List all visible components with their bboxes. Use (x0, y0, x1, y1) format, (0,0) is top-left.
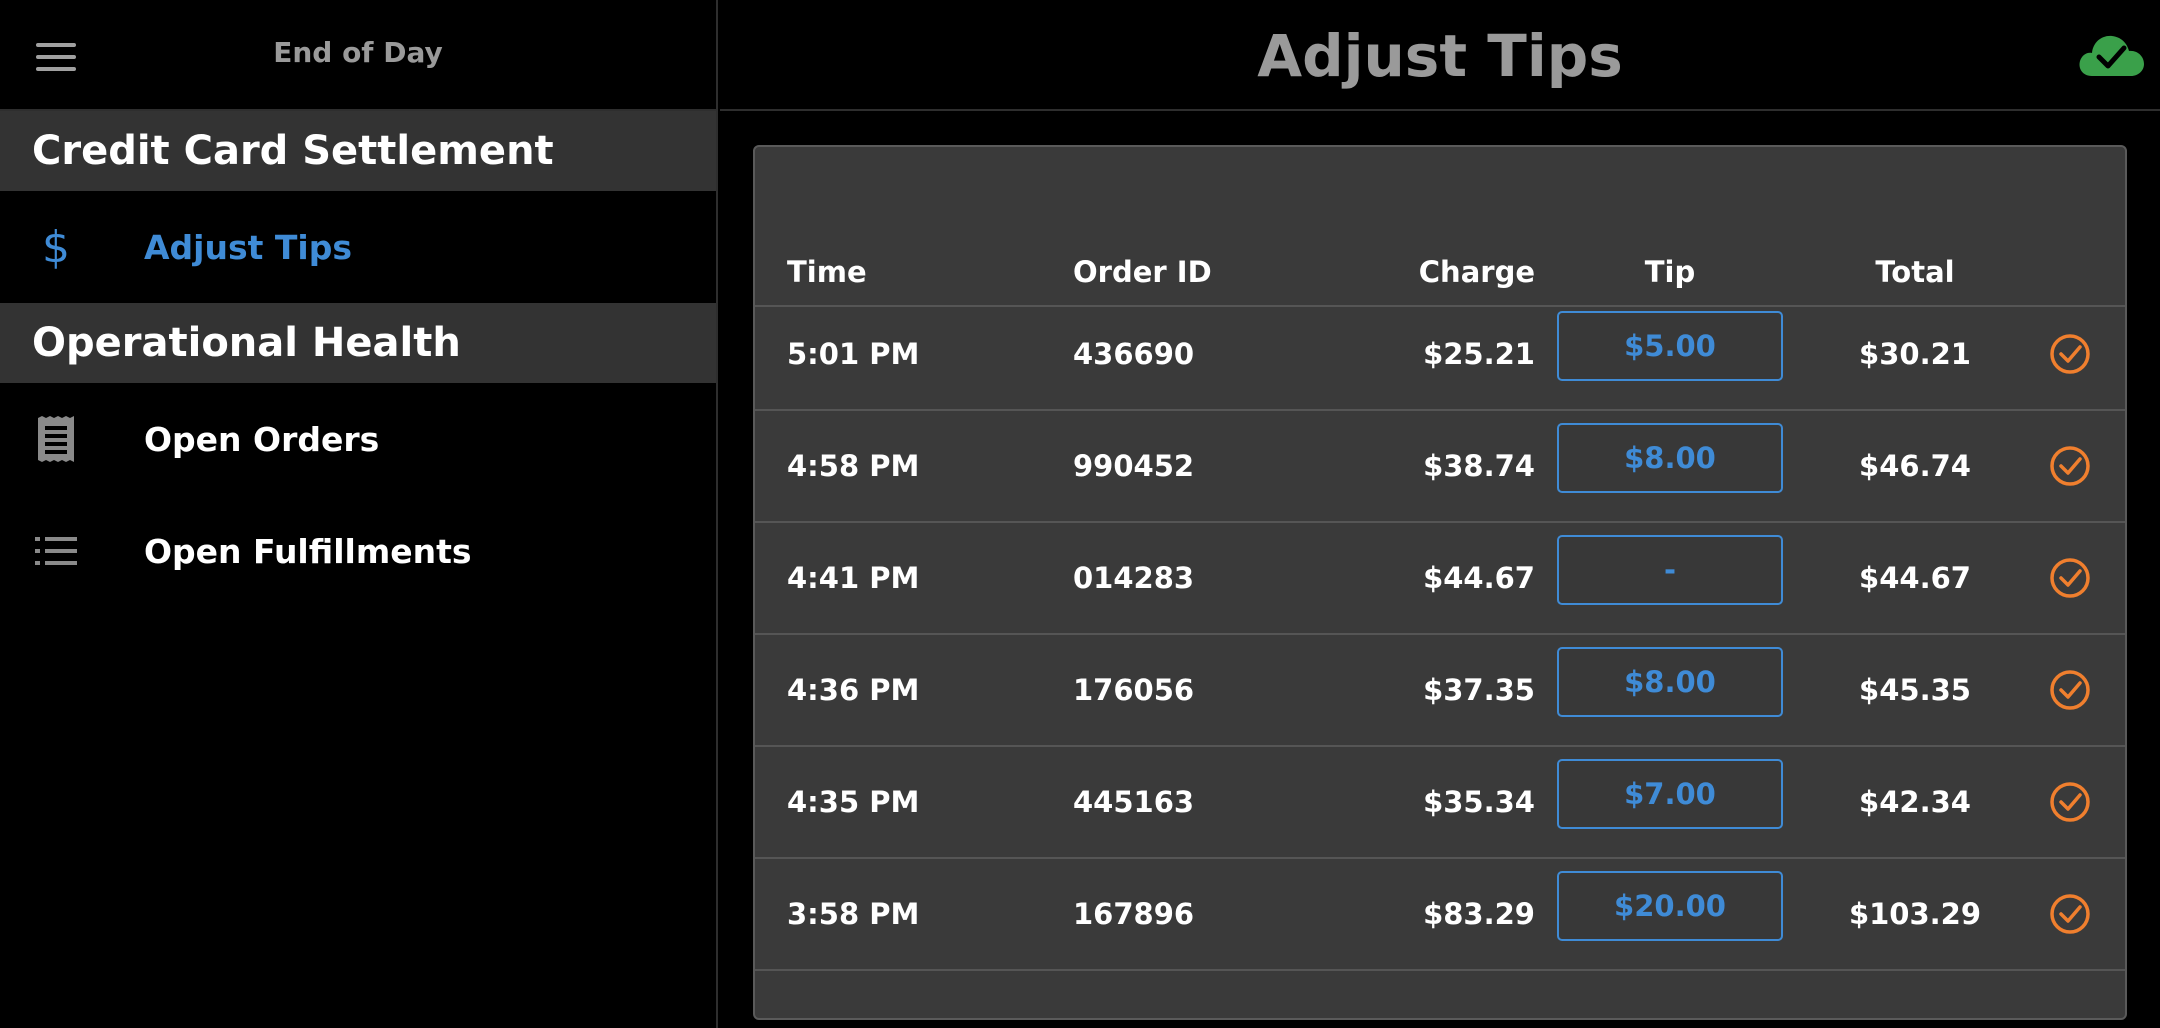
sidebar-item-open-fulfillments[interactable]: Open Fulfillments (0, 495, 716, 607)
time-cell: 4:58 PM (787, 449, 920, 483)
total-cell: $42.34 (1859, 785, 1971, 819)
time-cell: 4:35 PM (787, 785, 920, 819)
order-id-cell: 436690 (1073, 337, 1195, 371)
charge-cell: $25.21 (1423, 337, 1535, 371)
sidebar-item-adjust-tips[interactable]: $ Adjust Tips (0, 191, 716, 303)
cloud-check-icon[interactable] (2076, 30, 2146, 80)
column-header-charge: Charge (1418, 255, 1535, 289)
receipt-icon (32, 415, 80, 463)
charge-cell: $44.67 (1423, 561, 1535, 595)
order-id-cell: 445163 (1073, 785, 1195, 819)
sidebar-header: End of Day (0, 0, 716, 111)
total-cell: $30.21 (1859, 337, 1971, 371)
dollar-glyph: $ (42, 221, 70, 273)
tip-input[interactable]: $5.00 (1557, 311, 1783, 381)
check-circle-icon[interactable] (2049, 893, 2091, 935)
total-cell: $103.29 (1848, 897, 1982, 931)
table-row: 5:01 PM 436690 $25.21 $5.00 $30.21 (755, 299, 2125, 411)
total-cell: $44.67 (1859, 561, 1971, 595)
check-circle-icon[interactable] (2049, 333, 2091, 375)
charge-cell: $83.29 (1423, 897, 1535, 931)
sidebar-item-label: Open Fulfillments (144, 531, 472, 571)
tip-input[interactable]: - (1557, 535, 1783, 605)
table-row: 4:58 PM 990452 $38.74 $8.00 $46.74 (755, 411, 2125, 523)
charge-cell: $35.34 (1423, 785, 1535, 819)
time-cell: 4:41 PM (787, 561, 920, 595)
main-header: Adjust Tips (720, 0, 2160, 111)
sidebar-title: End of Day (273, 36, 443, 69)
page-title: Adjust Tips (1257, 22, 1623, 90)
sidebar: End of Day Credit Card Settlement $ Adju… (0, 0, 718, 1028)
column-header-order-id: Order ID (1073, 255, 1212, 289)
time-cell: 3:58 PM (787, 897, 920, 931)
order-id-cell: 167896 (1073, 897, 1195, 931)
check-circle-icon[interactable] (2049, 669, 2091, 711)
check-circle-icon[interactable] (2049, 445, 2091, 487)
sidebar-item-open-orders[interactable]: Open Orders (0, 383, 716, 495)
order-id-cell: 176056 (1073, 673, 1195, 707)
table-row: 3:58 PM 167896 $83.29 $20.00 $103.29 (755, 859, 2125, 971)
check-circle-icon[interactable] (2049, 781, 2091, 823)
table-row: 4:41 PM 014283 $44.67 - $44.67 (755, 523, 2125, 635)
charge-cell: $38.74 (1423, 449, 1535, 483)
total-cell: $45.35 (1859, 673, 1971, 707)
section-header-operational-health: Operational Health (0, 303, 716, 383)
time-cell: 4:36 PM (787, 673, 920, 707)
tip-input[interactable]: $20.00 (1557, 871, 1783, 941)
sidebar-item-label: Open Orders (144, 419, 380, 459)
total-cell: $46.74 (1859, 449, 1971, 483)
tip-input[interactable]: $8.00 (1557, 647, 1783, 717)
tip-input[interactable]: $7.00 (1557, 759, 1783, 829)
section-header-credit-card-settlement: Credit Card Settlement (0, 111, 716, 191)
column-header-total: Total (1875, 255, 1955, 289)
sidebar-item-label: Adjust Tips (144, 227, 352, 267)
list-icon (32, 527, 80, 575)
column-header-tip: Tip (1644, 255, 1696, 289)
order-id-cell: 990452 (1073, 449, 1195, 483)
tips-table: Time Order ID Charge Tip Total 5:01 PM 4… (753, 145, 2127, 1020)
order-id-cell: 014283 (1073, 561, 1195, 595)
check-circle-icon[interactable] (2049, 557, 2091, 599)
tip-input[interactable]: $8.00 (1557, 423, 1783, 493)
charge-cell: $37.35 (1423, 673, 1535, 707)
table-row: 4:35 PM 445163 $35.34 $7.00 $42.34 (755, 747, 2125, 859)
dollar-icon: $ (32, 221, 80, 273)
column-header-time: Time (787, 255, 867, 289)
table-row: 4:36 PM 176056 $37.35 $8.00 $45.35 (755, 635, 2125, 747)
time-cell: 5:01 PM (787, 337, 920, 371)
